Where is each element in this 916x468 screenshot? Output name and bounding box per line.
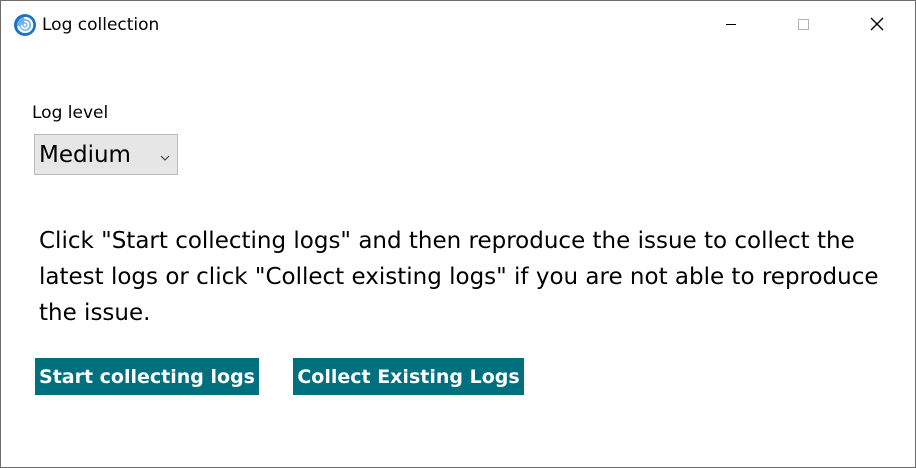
- log-level-label: Log level: [32, 103, 109, 123]
- swirl-app-icon: [13, 13, 37, 37]
- window-title: Log collection: [42, 15, 160, 35]
- maximize-button[interactable]: [780, 1, 826, 47]
- log-level-dropdown[interactable]: Medium: [34, 134, 178, 175]
- minimize-button[interactable]: [708, 1, 754, 47]
- minimize-icon: [726, 24, 736, 25]
- dialog-content: Log level Medium Click "Start collecting…: [1, 47, 915, 467]
- start-collecting-logs-button[interactable]: Start collecting logs: [35, 358, 259, 395]
- instructions-text: Click "Start collecting logs" and then r…: [39, 228, 879, 326]
- chevron-down-icon: [159, 149, 171, 161]
- title-bar[interactable]: Log collection: [1, 1, 915, 47]
- collect-existing-logs-button[interactable]: Collect Existing Logs: [293, 358, 524, 395]
- log-level-selected-value: Medium: [39, 142, 131, 168]
- close-icon: [870, 17, 884, 31]
- maximize-icon: [798, 19, 809, 30]
- close-button[interactable]: [854, 1, 900, 47]
- log-collection-window: Log collection Log level Medium Click "S…: [0, 0, 916, 468]
